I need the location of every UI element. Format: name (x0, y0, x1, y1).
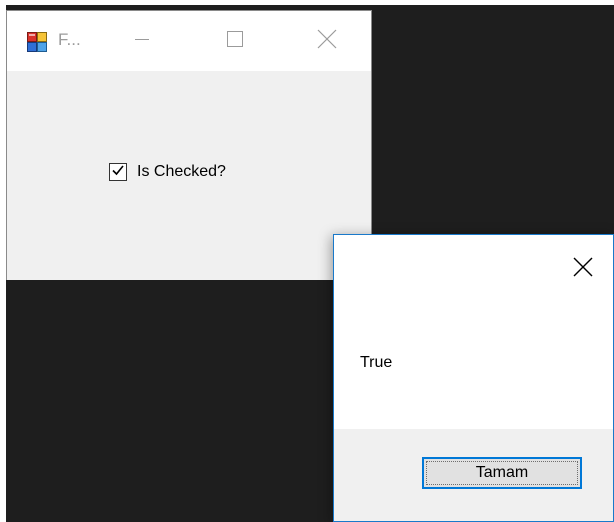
dialog-close-button[interactable] (561, 247, 605, 291)
checkbox-label[interactable]: Is Checked? (137, 163, 226, 181)
checkbox-box[interactable] (109, 163, 127, 181)
form-title: F... (58, 30, 81, 49)
is-checked-checkbox[interactable]: Is Checked? (109, 161, 226, 183)
maximize-button[interactable] (212, 11, 258, 71)
form-client-area: Is Checked? (7, 71, 371, 280)
message-text: True (360, 354, 393, 371)
close-icon (317, 29, 337, 54)
ok-button[interactable]: Tamam (422, 457, 582, 489)
maximize-icon (226, 30, 244, 53)
form-title-bar[interactable]: F... (7, 11, 371, 71)
minimize-icon (134, 31, 150, 52)
minimize-button[interactable] (119, 11, 165, 71)
main-form-window: F... Is Checked? (6, 10, 372, 280)
app-icon (27, 32, 47, 52)
message-box-dialog: True Tamam (333, 234, 614, 522)
dialog-button-area: Tamam (334, 429, 613, 521)
check-icon (111, 163, 125, 182)
ok-button-label: Tamam (475, 464, 529, 481)
close-icon (573, 257, 593, 282)
close-button[interactable] (304, 11, 350, 71)
